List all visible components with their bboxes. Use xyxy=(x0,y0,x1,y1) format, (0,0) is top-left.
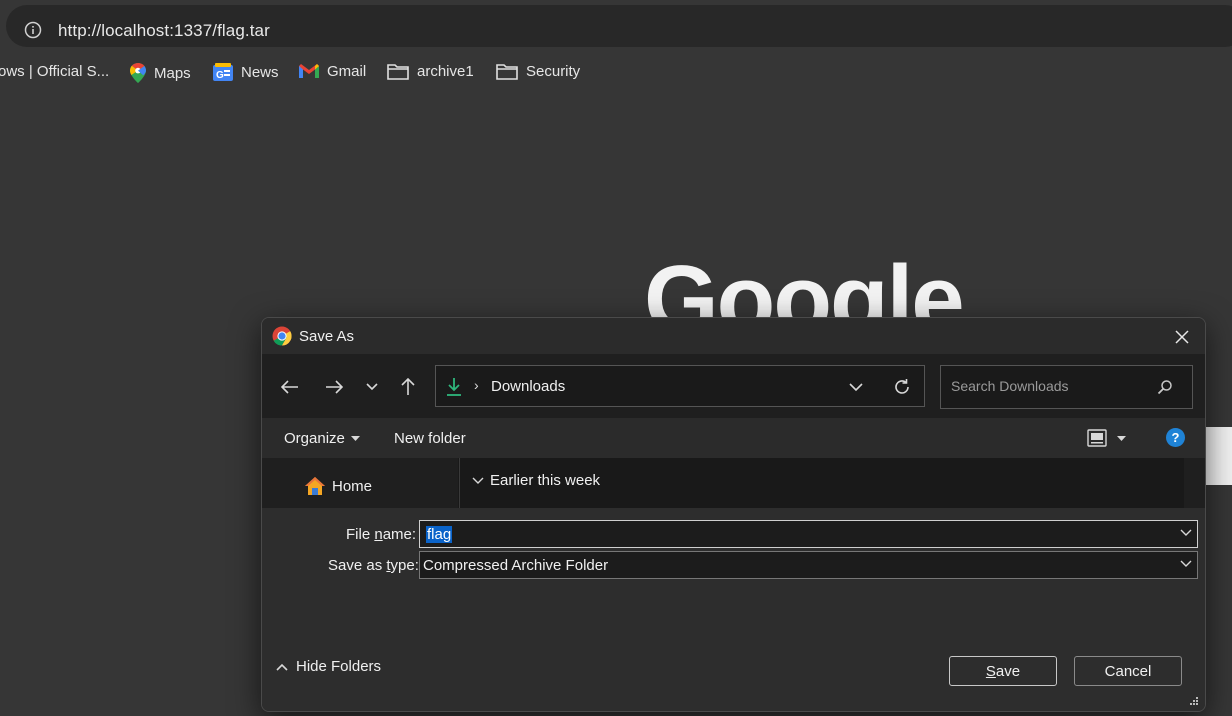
forward-button[interactable] xyxy=(322,376,346,398)
refresh-icon[interactable] xyxy=(892,377,912,397)
group-label: Earlier this week xyxy=(490,472,601,489)
nav-item-label: Home xyxy=(332,477,373,495)
recent-locations-button[interactable] xyxy=(360,376,384,398)
chevron-down-icon xyxy=(472,477,484,484)
bookmark-gmail[interactable]: Gmail xyxy=(299,63,366,80)
help-icon: ? xyxy=(1171,430,1180,445)
close-button[interactable] xyxy=(1170,326,1194,348)
view-pane-icon xyxy=(1087,429,1107,447)
save-label: Save xyxy=(985,662,1021,680)
bookmark-label: ows | Official S... xyxy=(0,63,110,80)
new-folder-button[interactable]: New folder xyxy=(394,430,466,447)
bookmark-folder-security[interactable]: Security xyxy=(496,63,580,80)
address-bar: http://localhost:1337/flag.tar xyxy=(0,0,1232,52)
arrow-right-icon xyxy=(326,380,343,394)
chevron-down-icon[interactable] xyxy=(846,378,866,396)
bookmarks-bar: ows | Official S... Maps G News Gmail ar… xyxy=(0,56,1232,90)
save-type-value: Compressed Archive Folder xyxy=(423,557,609,574)
navigation-pane: Home xyxy=(262,458,458,508)
help-button[interactable]: ? xyxy=(1166,428,1185,447)
gmail-icon xyxy=(299,64,319,78)
navigation-bar: › Downloads xyxy=(262,354,1205,418)
breadcrumb-separator: › xyxy=(474,377,479,393)
scrollbar[interactable] xyxy=(1184,458,1205,508)
caret-down-icon xyxy=(350,436,360,441)
chevron-down-icon[interactable] xyxy=(1180,529,1192,537)
resize-grip-icon[interactable] xyxy=(1189,696,1199,706)
back-button[interactable] xyxy=(278,376,302,398)
site-info-icon[interactable] xyxy=(24,21,42,39)
download-icon xyxy=(447,378,461,396)
bookmark-news[interactable]: G News xyxy=(213,63,279,81)
url-text[interactable]: http://localhost:1337/flag.tar xyxy=(58,21,270,41)
cancel-label: Cancel xyxy=(1104,662,1152,680)
chevron-up-icon xyxy=(276,663,288,671)
arrow-left-icon xyxy=(281,380,298,394)
new-folder-label: New folder xyxy=(394,430,466,447)
file-name-field[interactable]: flag xyxy=(419,520,1198,548)
maps-pin-icon xyxy=(130,63,146,83)
hide-folders-button[interactable]: Hide Folders xyxy=(276,658,381,675)
address-path-box[interactable]: › Downloads xyxy=(435,365,925,407)
folder-icon xyxy=(496,64,518,80)
save-form: File name: flag Save as type: Compressed… xyxy=(262,508,1205,711)
bookmark-label: archive1 xyxy=(417,63,474,80)
pane-divider[interactable] xyxy=(459,458,460,508)
command-toolbar: Organize New folder xyxy=(262,418,1205,458)
bookmark-label: Gmail xyxy=(327,63,367,80)
home-icon xyxy=(305,477,325,495)
close-icon xyxy=(1175,330,1189,344)
save-button[interactable]: Save xyxy=(949,656,1057,686)
organize-menu[interactable]: Organize xyxy=(284,430,360,447)
group-earlier-this-week[interactable]: Earlier this week xyxy=(472,472,600,489)
up-button[interactable] xyxy=(396,376,420,398)
chevron-down-icon xyxy=(366,383,378,391)
nav-item-home[interactable]: Home xyxy=(304,476,372,496)
save-as-dialog: Save As › Downloads Search Downloads Org… xyxy=(261,317,1206,712)
bookmark-maps[interactable]: Maps xyxy=(130,63,191,83)
hide-folders-label: Hide Folders xyxy=(296,658,382,675)
search-icon[interactable] xyxy=(1157,379,1173,395)
dialog-title: Save As xyxy=(299,328,355,345)
search-input[interactable] xyxy=(949,377,1153,395)
organize-label: Organize xyxy=(284,430,345,447)
search-box[interactable] xyxy=(940,365,1193,409)
folder-icon xyxy=(387,64,409,80)
chrome-icon xyxy=(272,326,292,346)
file-name-label: File name: xyxy=(346,526,417,543)
bookmark-folder-archive1[interactable]: archive1 xyxy=(387,63,474,80)
omnibox[interactable]: http://localhost:1337/flag.tar xyxy=(6,5,1232,47)
bookmark-label: News xyxy=(241,63,279,81)
file-name-value[interactable]: flag xyxy=(426,526,453,543)
save-type-label: Save as type: xyxy=(328,557,419,574)
bookmark-windows[interactable]: ows | Official S... xyxy=(0,63,109,80)
svg-text:G: G xyxy=(216,70,224,81)
google-news-icon: G xyxy=(213,63,233,81)
save-type-select[interactable]: Compressed Archive Folder xyxy=(419,551,1198,579)
arrow-up-icon xyxy=(401,378,415,395)
bookmark-label: Security xyxy=(526,63,581,80)
breadcrumb-downloads[interactable]: Downloads xyxy=(491,378,565,395)
page-element-partial xyxy=(1204,427,1232,485)
bookmark-label: Maps xyxy=(154,64,191,82)
cancel-button[interactable]: Cancel xyxy=(1074,656,1182,686)
change-view-button[interactable] xyxy=(1087,429,1126,447)
browser-content: Home Earlier this week xyxy=(262,458,1205,508)
caret-down-icon xyxy=(1117,435,1126,441)
dialog-titlebar[interactable]: Save As xyxy=(262,318,1205,354)
chevron-down-icon xyxy=(1180,560,1192,567)
